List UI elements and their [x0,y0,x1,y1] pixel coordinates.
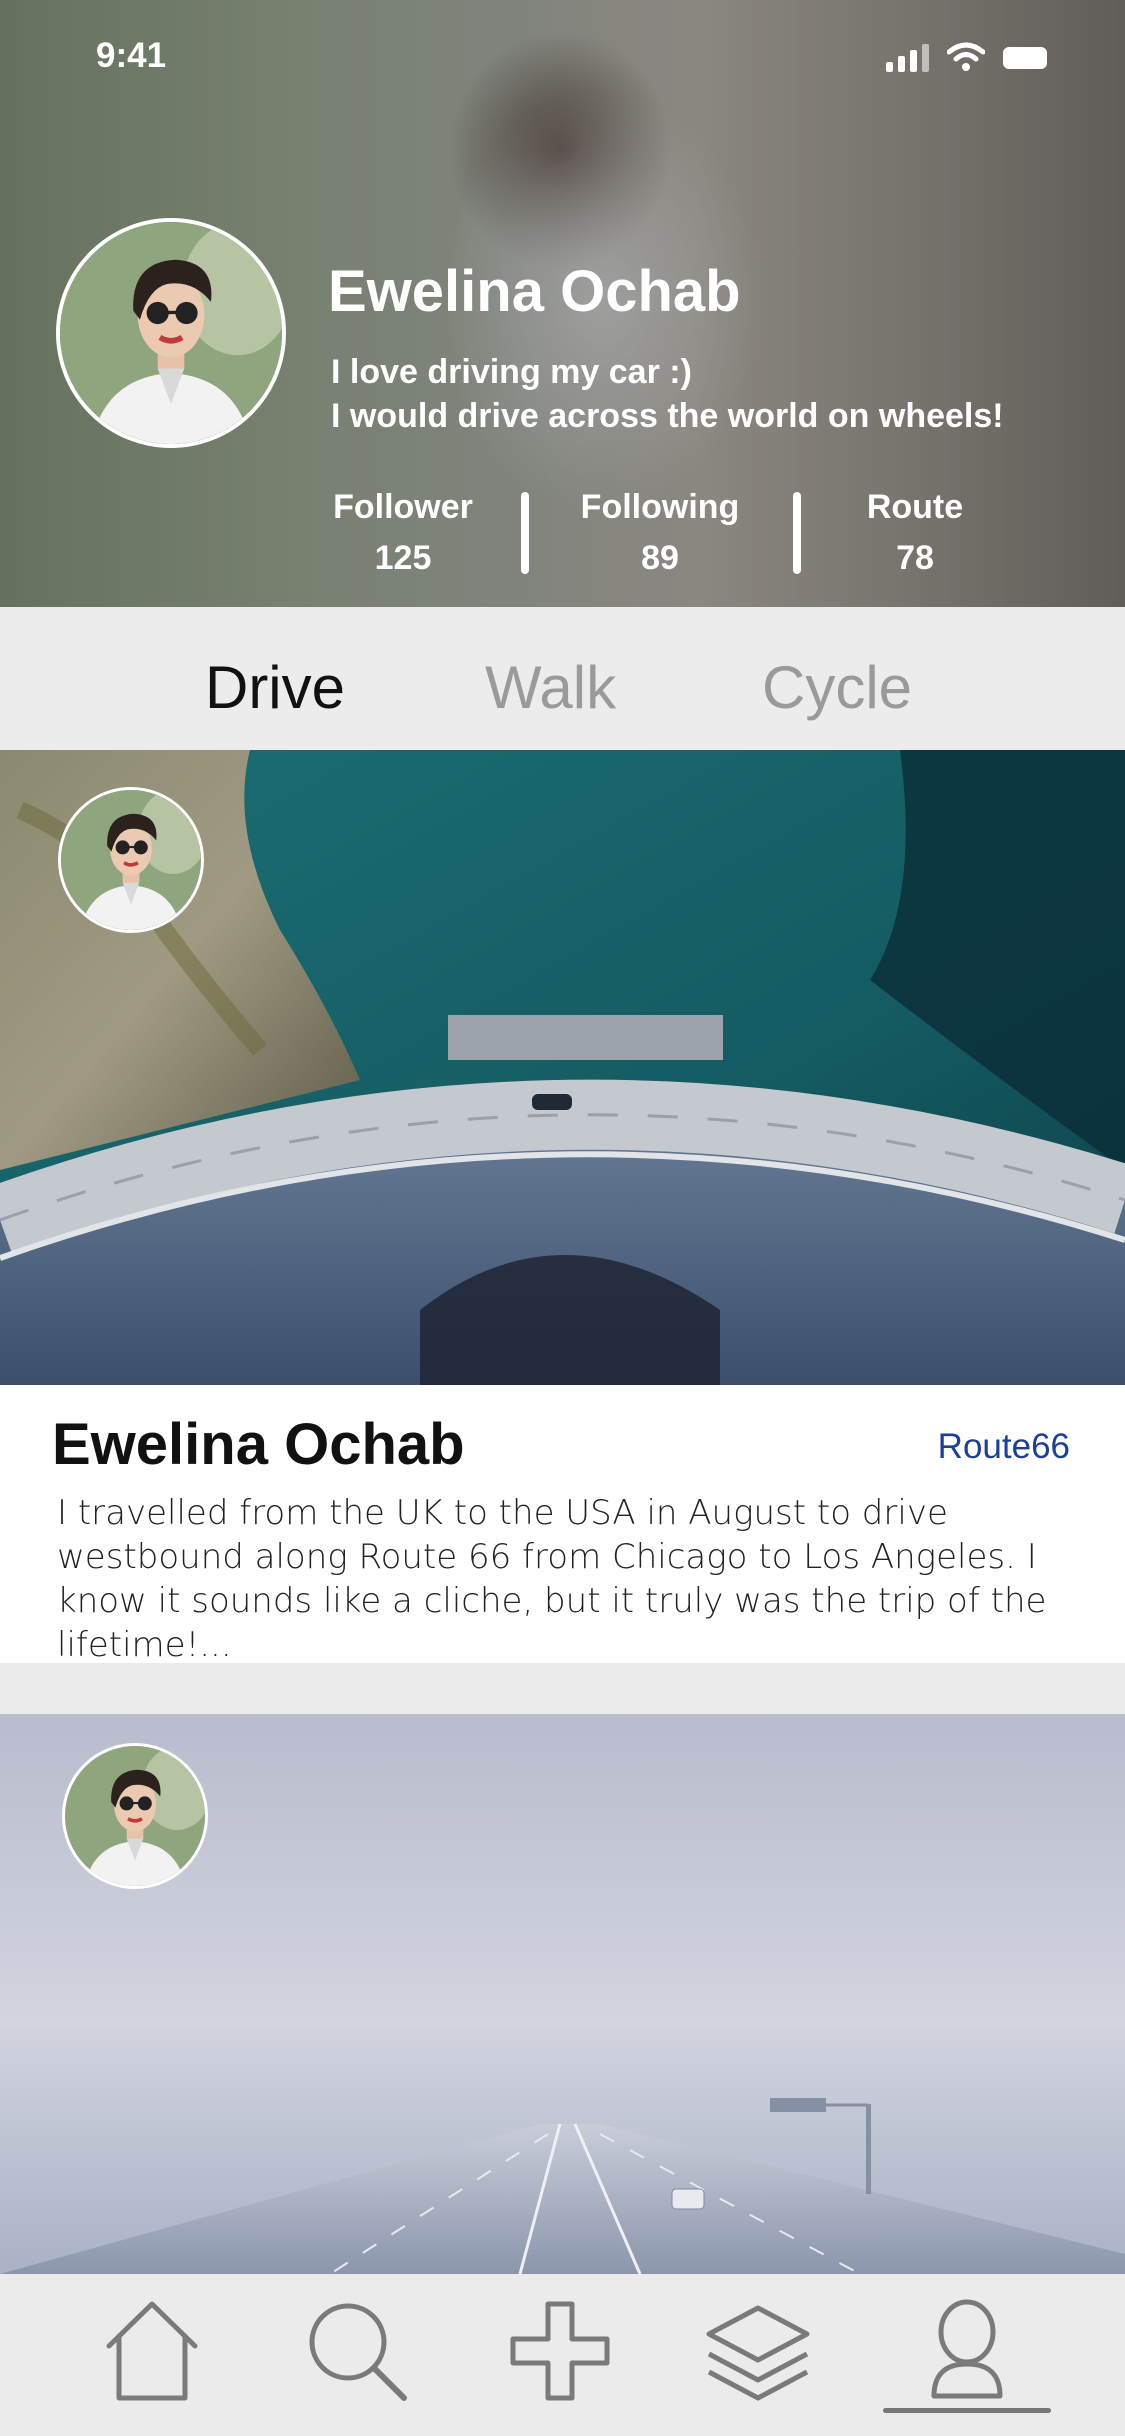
status-icons [886,42,1047,72]
activity-tab-bar: Drive Walk Cycle [0,607,1125,750]
stat-divider [793,492,801,574]
battery-icon [1003,47,1047,69]
active-nav-indicator [883,2408,1051,2413]
add-icon[interactable] [505,2296,615,2406]
post-image-dam-road[interactable] [0,750,1125,1385]
bio-line-2: I would drive across the world on wheels… [331,397,1004,435]
search-icon[interactable] [302,2296,412,2406]
profile-avatar[interactable] [56,218,286,448]
stat-label: Follower [333,488,473,526]
post-image-foggy-highway[interactable] [0,1714,1125,2274]
home-icon[interactable] [97,2296,207,2406]
stat-follower[interactable]: Follower 125 [313,488,493,578]
post-author-avatar[interactable] [58,787,204,933]
profile-header: 9:41 Ewelina Ochab I love driving my car… [0,0,1125,607]
tab-walk[interactable]: Walk [485,653,616,722]
user-name: Ewelina Ochab [328,259,741,324]
post-card[interactable]: Ewelina Ochab Route66 I travelled from t… [0,1385,1125,1665]
stat-route[interactable]: Route 78 [825,488,1005,578]
stat-divider [521,492,529,574]
profile-icon[interactable] [912,2296,1022,2406]
layers-icon[interactable] [703,2296,813,2406]
post-author-name[interactable]: Ewelina Ochab [52,1411,465,1478]
stat-label: Following [580,488,740,526]
status-bar: 9:41 [0,0,1125,110]
tab-drive[interactable]: Drive [205,653,345,722]
post-author-avatar[interactable] [62,1743,208,1889]
post-text: I travelled from the UK to the USA in Au… [57,1493,1047,1665]
stat-value: 89 [641,539,679,577]
stat-label: Route [866,488,964,526]
signal-icon [886,42,929,72]
wifi-icon [947,42,985,71]
stat-following[interactable]: Following 89 [570,488,750,578]
status-time: 9:41 [96,36,167,75]
user-bio: I love driving my car :) I would drive a… [331,350,1004,438]
route-tag-link[interactable]: Route66 [938,1427,1070,1467]
bio-line-1: I love driving my car :) [331,353,692,391]
stat-value: 78 [896,539,934,577]
bottom-navigation [0,2274,1125,2436]
tab-cycle[interactable]: Cycle [762,653,912,722]
stat-value: 125 [374,539,432,577]
